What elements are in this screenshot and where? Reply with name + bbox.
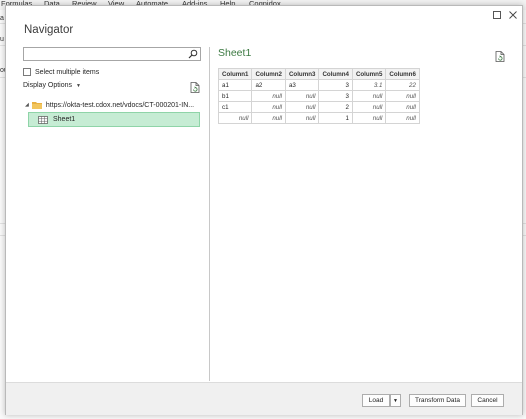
table-row: null null null 1 null null bbox=[217, 112, 420, 124]
cancel-button-label: Cancel bbox=[477, 397, 498, 404]
maximize-icon bbox=[492, 10, 501, 19]
table-cell: 3.1 bbox=[351, 79, 387, 91]
table-cell: null bbox=[217, 112, 253, 124]
search-box[interactable] bbox=[23, 47, 201, 61]
select-multiple-label: Select multiple items bbox=[35, 68, 100, 76]
table-cell: 2 bbox=[318, 101, 353, 113]
table-row: a1 a2 a3 3 3.1 22 bbox=[217, 79, 420, 91]
table-cell: null bbox=[251, 90, 286, 102]
cancel-button[interactable]: Cancel bbox=[471, 394, 504, 407]
preview-table: Column1 Column2 Column3 Column4 Column5 … bbox=[217, 68, 420, 124]
table-cell: null bbox=[351, 112, 387, 124]
column-header[interactable]: Column6 bbox=[385, 68, 420, 80]
export-button[interactable] bbox=[495, 51, 505, 62]
table-cell: 3 bbox=[318, 79, 353, 91]
load-button[interactable]: Load bbox=[362, 394, 390, 407]
table-cell: null bbox=[251, 101, 286, 113]
excel-cut-text: a bbox=[0, 15, 4, 22]
chevron-down-icon: ▼ bbox=[76, 82, 81, 89]
close-button[interactable] bbox=[506, 8, 519, 21]
column-header[interactable]: Column1 bbox=[217, 68, 253, 80]
table-cell: null bbox=[284, 90, 320, 102]
display-options-label: Display Options bbox=[23, 82, 73, 89]
table-icon bbox=[38, 115, 48, 124]
table-cell: null bbox=[351, 90, 387, 102]
tree-item-label: Sheet1 bbox=[53, 116, 76, 123]
search-icon bbox=[188, 49, 198, 59]
tree-source-label: https://okta-test.cdox.net/vdocs/CT-0002… bbox=[45, 101, 195, 109]
folder-icon bbox=[31, 102, 42, 109]
transform-data-label: Transform Data bbox=[415, 397, 460, 404]
table-cell: null bbox=[251, 112, 286, 124]
search-button[interactable] bbox=[188, 49, 198, 59]
table-cell: 22 bbox=[385, 79, 420, 91]
refresh-button[interactable] bbox=[190, 82, 200, 93]
close-icon bbox=[508, 10, 517, 19]
table-cell: null bbox=[385, 112, 420, 124]
pane-divider[interactable] bbox=[209, 47, 210, 381]
dialog-title: Navigator bbox=[24, 24, 74, 36]
table-cell: null bbox=[284, 112, 320, 124]
document-refresh-icon bbox=[495, 51, 505, 62]
table-row: c1 null null 2 null null bbox=[217, 101, 420, 113]
select-multiple-row[interactable]: Select multiple items bbox=[23, 68, 99, 76]
search-input[interactable] bbox=[26, 48, 176, 60]
table-header-row: Column1 Column2 Column3 Column4 Column5 … bbox=[217, 68, 420, 80]
refresh-document-icon bbox=[190, 82, 200, 93]
table-cell: b1 bbox=[217, 90, 253, 102]
column-header[interactable]: Column3 bbox=[284, 68, 320, 80]
tree-item-sheet1[interactable]: Sheet1 bbox=[28, 112, 200, 127]
table-cell: a1 bbox=[217, 79, 253, 91]
tree-item-source[interactable]: ◢ https://okta-test.cdox.net/vdocs/CT-00… bbox=[25, 99, 194, 111]
table-cell: a3 bbox=[284, 79, 320, 91]
navigator-dialog: Navigator Select multiple items Display … bbox=[5, 5, 523, 415]
load-dropdown-button[interactable]: ▼ bbox=[390, 394, 401, 407]
preview-title: Sheet1 bbox=[218, 47, 252, 59]
table-cell: null bbox=[385, 90, 420, 102]
dialog-footer: Load ▼ Transform Data Cancel bbox=[6, 382, 522, 415]
load-button-label: Load bbox=[368, 397, 384, 404]
display-options-dropdown[interactable]: Display Options ▼ bbox=[23, 82, 81, 89]
table-cell: c1 bbox=[217, 101, 253, 113]
table-cell: null bbox=[284, 101, 320, 113]
excel-cut-text: u bbox=[0, 36, 4, 43]
tree-expand-icon[interactable]: ◢ bbox=[25, 102, 29, 108]
select-multiple-checkbox[interactable] bbox=[23, 68, 31, 76]
chevron-down-icon: ▼ bbox=[393, 397, 398, 404]
table-cell: null bbox=[385, 101, 420, 113]
table-cell: 1 bbox=[318, 112, 353, 124]
table-row: b1 null null 3 null null bbox=[217, 90, 420, 102]
column-header[interactable]: Column2 bbox=[251, 68, 286, 80]
column-header[interactable]: Column5 bbox=[351, 68, 387, 80]
column-header[interactable]: Column4 bbox=[318, 68, 353, 80]
transform-data-button[interactable]: Transform Data bbox=[409, 394, 466, 407]
table-cell: 3 bbox=[318, 90, 353, 102]
maximize-button[interactable] bbox=[490, 8, 503, 21]
table-cell: null bbox=[351, 101, 387, 113]
table-cell: a2 bbox=[251, 79, 286, 91]
